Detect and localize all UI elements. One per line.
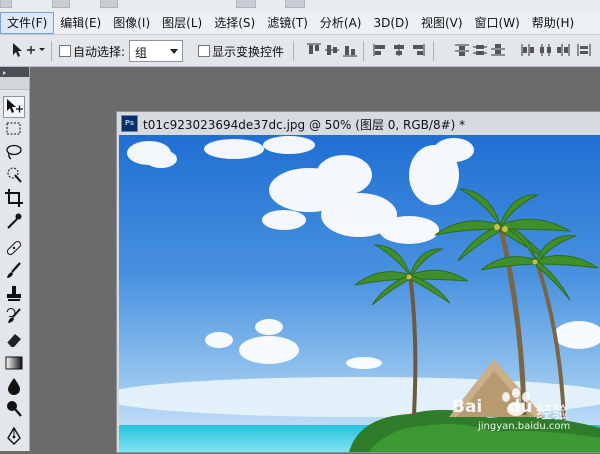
lasso-tool-icon: [6, 144, 22, 160]
healing-brush-tool[interactable]: [4, 238, 24, 258]
crop-tool-icon: [5, 189, 23, 207]
pen-tool[interactable]: [4, 426, 24, 446]
marquee-tool-icon: [6, 122, 21, 135]
distribute-hcenter-icon[interactable]: [538, 43, 554, 57]
move-tool-icon: [13, 43, 45, 57]
auto-select-dropdown[interactable]: 组: [129, 40, 183, 62]
menu-analysis[interactable]: 分析(A): [314, 13, 368, 33]
document-title-bar[interactable]: Ps t01c923023694de37dc.jpg @ 50% (图层 0, …: [117, 112, 600, 134]
separator: [51, 41, 52, 61]
brush-tool-icon: [7, 262, 21, 278]
separator: [433, 41, 434, 61]
watermark-brand-bai: Bai: [452, 397, 483, 417]
panel-title-strip[interactable]: [0, 77, 29, 90]
quick-select-tool[interactable]: [4, 165, 24, 185]
watermark-url: jingyan.baidu.com: [478, 421, 571, 432]
strip-ghost-button: [285, 0, 305, 8]
watermark-brand-du: du: [508, 397, 533, 417]
menu-file[interactable]: 文件(F): [0, 12, 55, 34]
chevron-down-icon: [170, 49, 178, 54]
lasso-tool[interactable]: [4, 142, 24, 162]
history-brush-tool[interactable]: [4, 307, 24, 327]
align-left-icon[interactable]: [373, 43, 389, 57]
menu-bar: 文件(F) 编辑(E) 图像(I) 图层(L) 选择(S) 滤镜(T) 分析(A…: [0, 12, 600, 35]
distribute-left-icon[interactable]: [520, 43, 536, 57]
dodge-tool[interactable]: [4, 399, 24, 419]
align-right-icon[interactable]: [409, 43, 425, 57]
tool-preset-picker[interactable]: [8, 40, 46, 60]
menu-3d[interactable]: 3D(D): [367, 13, 414, 33]
strip-ghost-button: [0, 0, 12, 8]
baidu-paw-logo: [502, 388, 530, 416]
move-tool-icon: [7, 99, 23, 113]
move-tool[interactable]: [3, 96, 25, 118]
dodge-tool-icon: [7, 401, 22, 417]
strip-ghost-button: [236, 0, 256, 8]
eyedropper-tool[interactable]: [4, 211, 24, 231]
show-transform-checkbox[interactable]: [198, 45, 210, 57]
baidu-jingyan-watermark: Bai du 经验 jingyan.baidu.com: [448, 385, 600, 451]
pen-tool-icon: [7, 426, 21, 445]
watermark-brand: Bai du: [452, 397, 533, 417]
photoshop-doc-icon: Ps: [121, 115, 138, 132]
separator: [363, 41, 364, 61]
watermark-suffix: 经验: [536, 403, 569, 422]
auto-select-value: 组: [135, 46, 148, 60]
menu-filter[interactable]: 滤镜(T): [261, 13, 314, 33]
gradient-tool[interactable]: [4, 353, 24, 373]
clone-stamp-tool-icon: [7, 286, 21, 301]
separator: [293, 41, 294, 61]
history-brush-tool-icon: [6, 308, 21, 323]
distribute-bottom-icon[interactable]: [490, 43, 506, 57]
menu-window[interactable]: 窗口(W): [469, 13, 526, 33]
align-vcenter-icon[interactable]: [324, 43, 340, 57]
healing-brush-tool-icon: [6, 240, 22, 256]
auto-align-icon[interactable]: [576, 43, 592, 57]
menu-select[interactable]: 选择(S): [208, 13, 261, 33]
distribute-top-icon[interactable]: [454, 43, 470, 57]
align-top-icon[interactable]: [306, 43, 322, 57]
auto-select-label: 自动选择:: [73, 45, 126, 59]
align-bottom-icon[interactable]: [342, 43, 358, 57]
gradient-tool-icon: [5, 356, 23, 370]
menu-view[interactable]: 视图(V): [415, 13, 469, 33]
align-hcenter-icon[interactable]: [391, 43, 407, 57]
menu-edit[interactable]: 编辑(E): [54, 13, 107, 33]
menu-image[interactable]: 图像(I): [107, 13, 156, 33]
auto-select-checkbox[interactable]: [59, 45, 71, 57]
blur-tool-icon: [8, 378, 20, 395]
menu-layer[interactable]: 图层(L): [156, 13, 208, 33]
clone-stamp-tool[interactable]: [4, 284, 24, 304]
marquee-tool[interactable]: [4, 119, 24, 139]
quick-select-tool-icon: [7, 167, 22, 183]
brush-tool[interactable]: [4, 261, 24, 281]
blur-tool[interactable]: [4, 376, 24, 396]
eraser-tool[interactable]: [4, 330, 24, 350]
show-transform-label: 显示变换控件: [212, 45, 285, 59]
eraser-tool-icon: [6, 334, 21, 348]
distribute-vcenter-icon[interactable]: [472, 43, 488, 57]
crop-tool[interactable]: [4, 188, 24, 208]
strip-ghost-button: [100, 0, 118, 8]
strip-ghost-button: [52, 0, 70, 8]
menu-help[interactable]: 帮助(H): [526, 13, 580, 33]
panel-grip[interactable]: [0, 67, 29, 77]
options-bar: 自动选择: 组 显示变换控件: [0, 35, 600, 67]
document-title: t01c923023694de37dc.jpg @ 50% (图层 0, RGB…: [143, 118, 466, 132]
tools-panel: [0, 67, 30, 451]
distribute-right-icon[interactable]: [556, 43, 572, 57]
eyedropper-tool-icon: [7, 213, 22, 229]
